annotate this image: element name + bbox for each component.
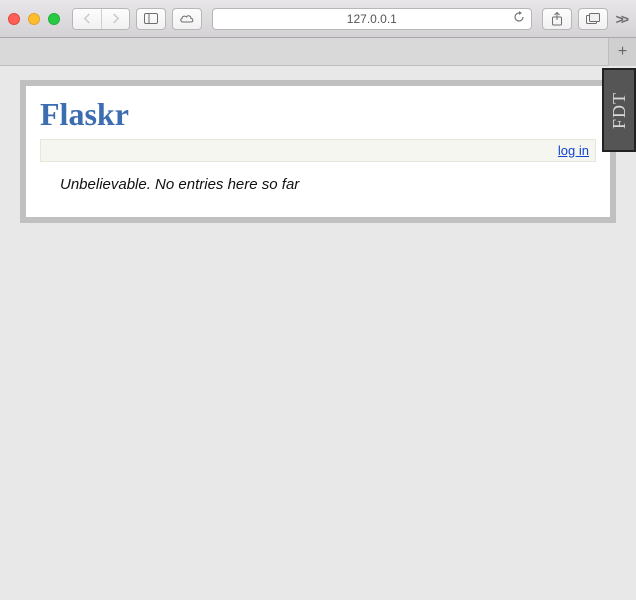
fdt-badge[interactable]: FDT — [602, 68, 636, 152]
window-controls — [8, 13, 60, 25]
address-text: 127.0.0.1 — [347, 12, 397, 26]
tabs-icon — [586, 13, 600, 24]
forward-button[interactable] — [101, 9, 129, 29]
app-container: Flaskr log in Unbelievable. No entries h… — [20, 80, 616, 223]
fdt-badge-label: FDT — [609, 91, 630, 128]
app-title: Flaskr — [40, 96, 596, 133]
share-button[interactable] — [542, 8, 572, 30]
plus-icon: + — [618, 43, 627, 61]
reload-button[interactable] — [513, 11, 525, 26]
icloud-tabs-button[interactable] — [172, 8, 202, 30]
close-window-button[interactable] — [8, 13, 20, 25]
chevron-right-icon — [111, 13, 120, 24]
chevron-left-icon — [83, 13, 92, 24]
toolbar-overflow-button[interactable]: >> — [614, 11, 628, 27]
reload-icon — [513, 11, 525, 23]
empty-entries-message: Unbelievable. No entries here so far — [60, 176, 596, 193]
sidebar-button[interactable] — [136, 8, 166, 30]
metanav: log in — [40, 139, 596, 162]
nav-back-forward-group — [72, 8, 130, 30]
back-button[interactable] — [73, 9, 101, 29]
zoom-window-button[interactable] — [48, 13, 60, 25]
page-viewport: Flaskr log in Unbelievable. No entries h… — [0, 66, 636, 600]
tab-strip: + — [0, 38, 636, 66]
cloud-icon — [179, 13, 195, 24]
browser-toolbar: 127.0.0.1 >> — [0, 0, 636, 38]
show-tabs-button[interactable] — [578, 8, 608, 30]
minimize-window-button[interactable] — [28, 13, 40, 25]
share-icon — [551, 12, 563, 26]
login-link[interactable]: log in — [558, 143, 589, 158]
new-tab-button[interactable]: + — [608, 38, 636, 66]
address-bar[interactable]: 127.0.0.1 — [212, 8, 532, 30]
sidebar-icon — [144, 13, 158, 24]
